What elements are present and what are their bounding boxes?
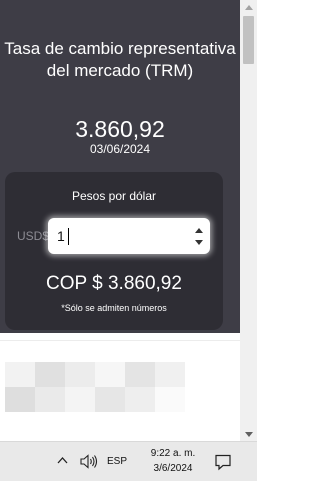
trm-rate: 3.860,92	[75, 116, 165, 142]
trm-panel: Tasa de cambio representativa del mercad…	[0, 0, 240, 333]
usd-amount-input[interactable]	[48, 218, 188, 254]
mosaic-tile	[155, 362, 185, 387]
mosaic-tile	[95, 387, 125, 412]
scroll-up-button[interactable]	[240, 0, 257, 14]
speaker-icon[interactable]	[79, 454, 99, 469]
clock-date: 3/6/2024	[153, 463, 193, 474]
scroll-down-button[interactable]	[240, 427, 257, 441]
mosaic-tile	[65, 387, 95, 412]
page-title: Tasa de cambio representativa del mercad…	[4, 39, 236, 80]
mosaic-tile	[35, 387, 65, 412]
text-caret	[68, 228, 69, 245]
spin-down-icon[interactable]	[195, 240, 203, 245]
web-page: Tasa de cambio representativa del mercad…	[0, 0, 240, 441]
mosaic-tile	[5, 362, 35, 387]
system-clock[interactable]: 9:22 a. m. 3/6/2024	[136, 446, 210, 476]
scroll-thumb[interactable]	[243, 16, 254, 64]
section-divider	[0, 340, 240, 341]
converter-label: Pesos por dólar	[71, 189, 157, 203]
vertical-scrollbar[interactable]	[240, 0, 257, 441]
usd-prefix: USD$	[17, 229, 50, 243]
clock-time: 9:22 a. m.	[150, 448, 196, 459]
chevron-up-icon[interactable]	[57, 455, 68, 466]
scroll-up-icon	[244, 4, 253, 10]
mosaic-tile	[155, 387, 185, 412]
notifications-icon[interactable]	[214, 453, 232, 471]
spin-up-icon[interactable]	[195, 228, 203, 233]
mosaic-tile	[5, 387, 35, 412]
scroll-down-icon	[244, 431, 253, 437]
mosaic-tile	[35, 362, 65, 387]
windows-taskbar: ESP 9:22 a. m. 3/6/2024	[0, 441, 257, 481]
trm-date: 03/06/2024	[89, 142, 151, 156]
input-language[interactable]: ESP	[107, 456, 127, 467]
converter-card: Pesos por dólar USD$ COP $ 3.860,92 *Sól…	[5, 172, 223, 330]
blurred-content	[5, 362, 185, 412]
numbers-only-note: *Sólo se admiten números	[61, 303, 167, 313]
cop-result: COP $ 3.860,92	[46, 273, 182, 294]
number-spinner[interactable]	[194, 228, 204, 245]
mosaic-tile	[125, 387, 155, 412]
usd-amount-field[interactable]	[48, 218, 210, 254]
mosaic-tile	[125, 362, 155, 387]
mosaic-tile	[95, 362, 125, 387]
mosaic-tile	[65, 362, 95, 387]
